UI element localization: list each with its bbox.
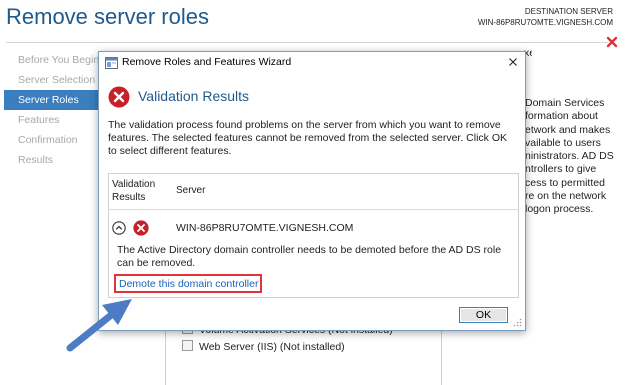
column-header-line: Validation [112, 179, 156, 190]
close-icon[interactable] [606, 36, 618, 48]
column-header-server[interactable]: Server [176, 185, 205, 196]
dialog-heading: Validation Results [138, 88, 250, 104]
nav-item-server-roles[interactable]: Server Roles [4, 90, 98, 110]
destination-server-name: WIN-86P8RU7OMTE.VIGNESH.COM [477, 18, 613, 27]
description-line: etwork and makes [525, 123, 611, 136]
dialog-titlebar[interactable]: Remove Roles and Features Wizard [99, 52, 525, 74]
role-description: Domain Services formation about etwork a… [525, 97, 625, 217]
nav-item-server-selection[interactable]: Server Selection [4, 70, 98, 90]
result-server-name: WIN-86P8RU7OMTE.VIGNESH.COM [176, 222, 354, 234]
description-line: cess to permitted [525, 176, 605, 189]
header-divider [6, 42, 608, 43]
validation-results-table: Validation Results Server WIN-86P8RU7OMT… [108, 173, 519, 298]
dialog-title: Remove Roles and Features Wizard [122, 56, 292, 68]
validation-dialog: Remove Roles and Features Wizard Validat… [98, 51, 526, 331]
checkbox[interactable] [182, 340, 193, 351]
nav-item-confirmation[interactable]: Confirmation [4, 130, 98, 150]
description-line: re on the network [525, 190, 607, 203]
result-error-text: The Active Directory domain controller n… [117, 244, 502, 270]
wizard-app-icon [105, 57, 118, 69]
close-icon[interactable] [507, 56, 519, 68]
validation-message: The validation process found problems on… [108, 119, 508, 158]
description-line: vailable to users [525, 136, 601, 149]
nav-item-results[interactable]: Results [4, 150, 98, 170]
wizard-nav: Before You Begin Server Selection Server… [4, 50, 98, 170]
description-line: ntrollers to give [525, 163, 597, 176]
list-item[interactable]: Web Server (IIS) (Not installed) [182, 340, 345, 353]
description-line: Domain Services [525, 97, 605, 109]
ok-button[interactable]: OK [459, 307, 508, 323]
nav-item-before-you-begin[interactable]: Before You Begin [4, 50, 98, 70]
description-line: formation about [525, 110, 598, 123]
page-title: Remove server roles [6, 4, 209, 29]
destination-server-info: DESTINATION SERVER WIN-86P8RU7OMTE.VIGNE… [478, 6, 613, 28]
description-line: logon process. [525, 203, 594, 216]
role-label: Web Server (IIS) (Not installed) [199, 341, 345, 353]
column-header-validation[interactable]: Validation Results [112, 179, 155, 204]
resize-grip-icon[interactable] [513, 318, 522, 327]
column-header-line: Results [112, 191, 146, 203]
annotation-arrow-icon [66, 299, 132, 352]
demote-domain-controller-link[interactable]: Demote this domain controller [119, 278, 258, 290]
collapse-chevron-icon[interactable] [112, 221, 126, 235]
error-icon [108, 86, 130, 108]
description-line: ninistrators. AD DS [525, 150, 614, 163]
error-icon [133, 220, 149, 236]
destination-label: DESTINATION SERVER [524, 7, 613, 16]
header-divider [109, 209, 518, 210]
nav-item-features[interactable]: Features [4, 110, 98, 130]
